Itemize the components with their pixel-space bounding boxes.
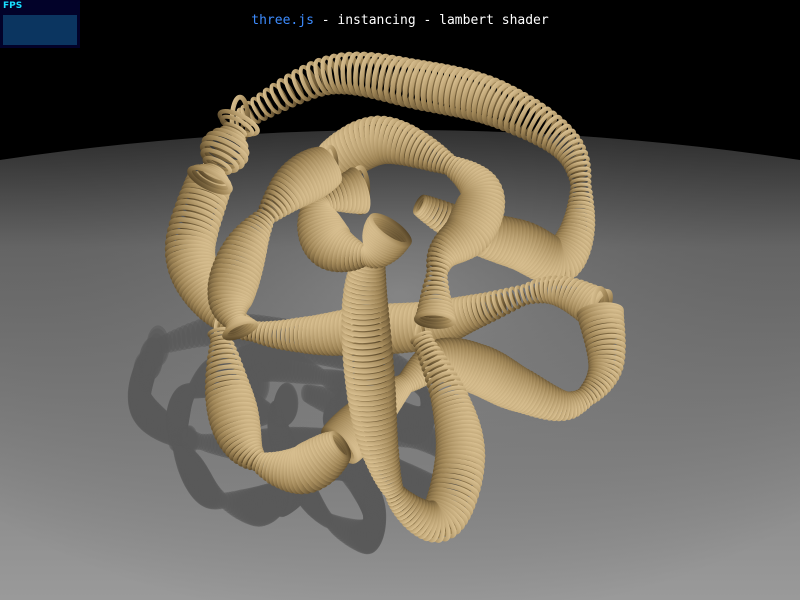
info-header: three.js - instancing - lambert shader	[0, 13, 800, 29]
info-text: - instancing - lambert shader	[313, 13, 549, 28]
fps-stats-panel[interactable]: FPS	[0, 0, 80, 48]
fps-label: FPS	[3, 1, 23, 11]
threejs-link[interactable]: three.js	[251, 13, 314, 28]
shadow-blob	[301, 384, 311, 402]
render-canvas[interactable]	[0, 0, 800, 600]
shadow-blob	[133, 351, 156, 392]
shadow-blob	[275, 382, 299, 424]
fps-graph	[3, 15, 77, 45]
shadow-blob	[181, 425, 198, 456]
